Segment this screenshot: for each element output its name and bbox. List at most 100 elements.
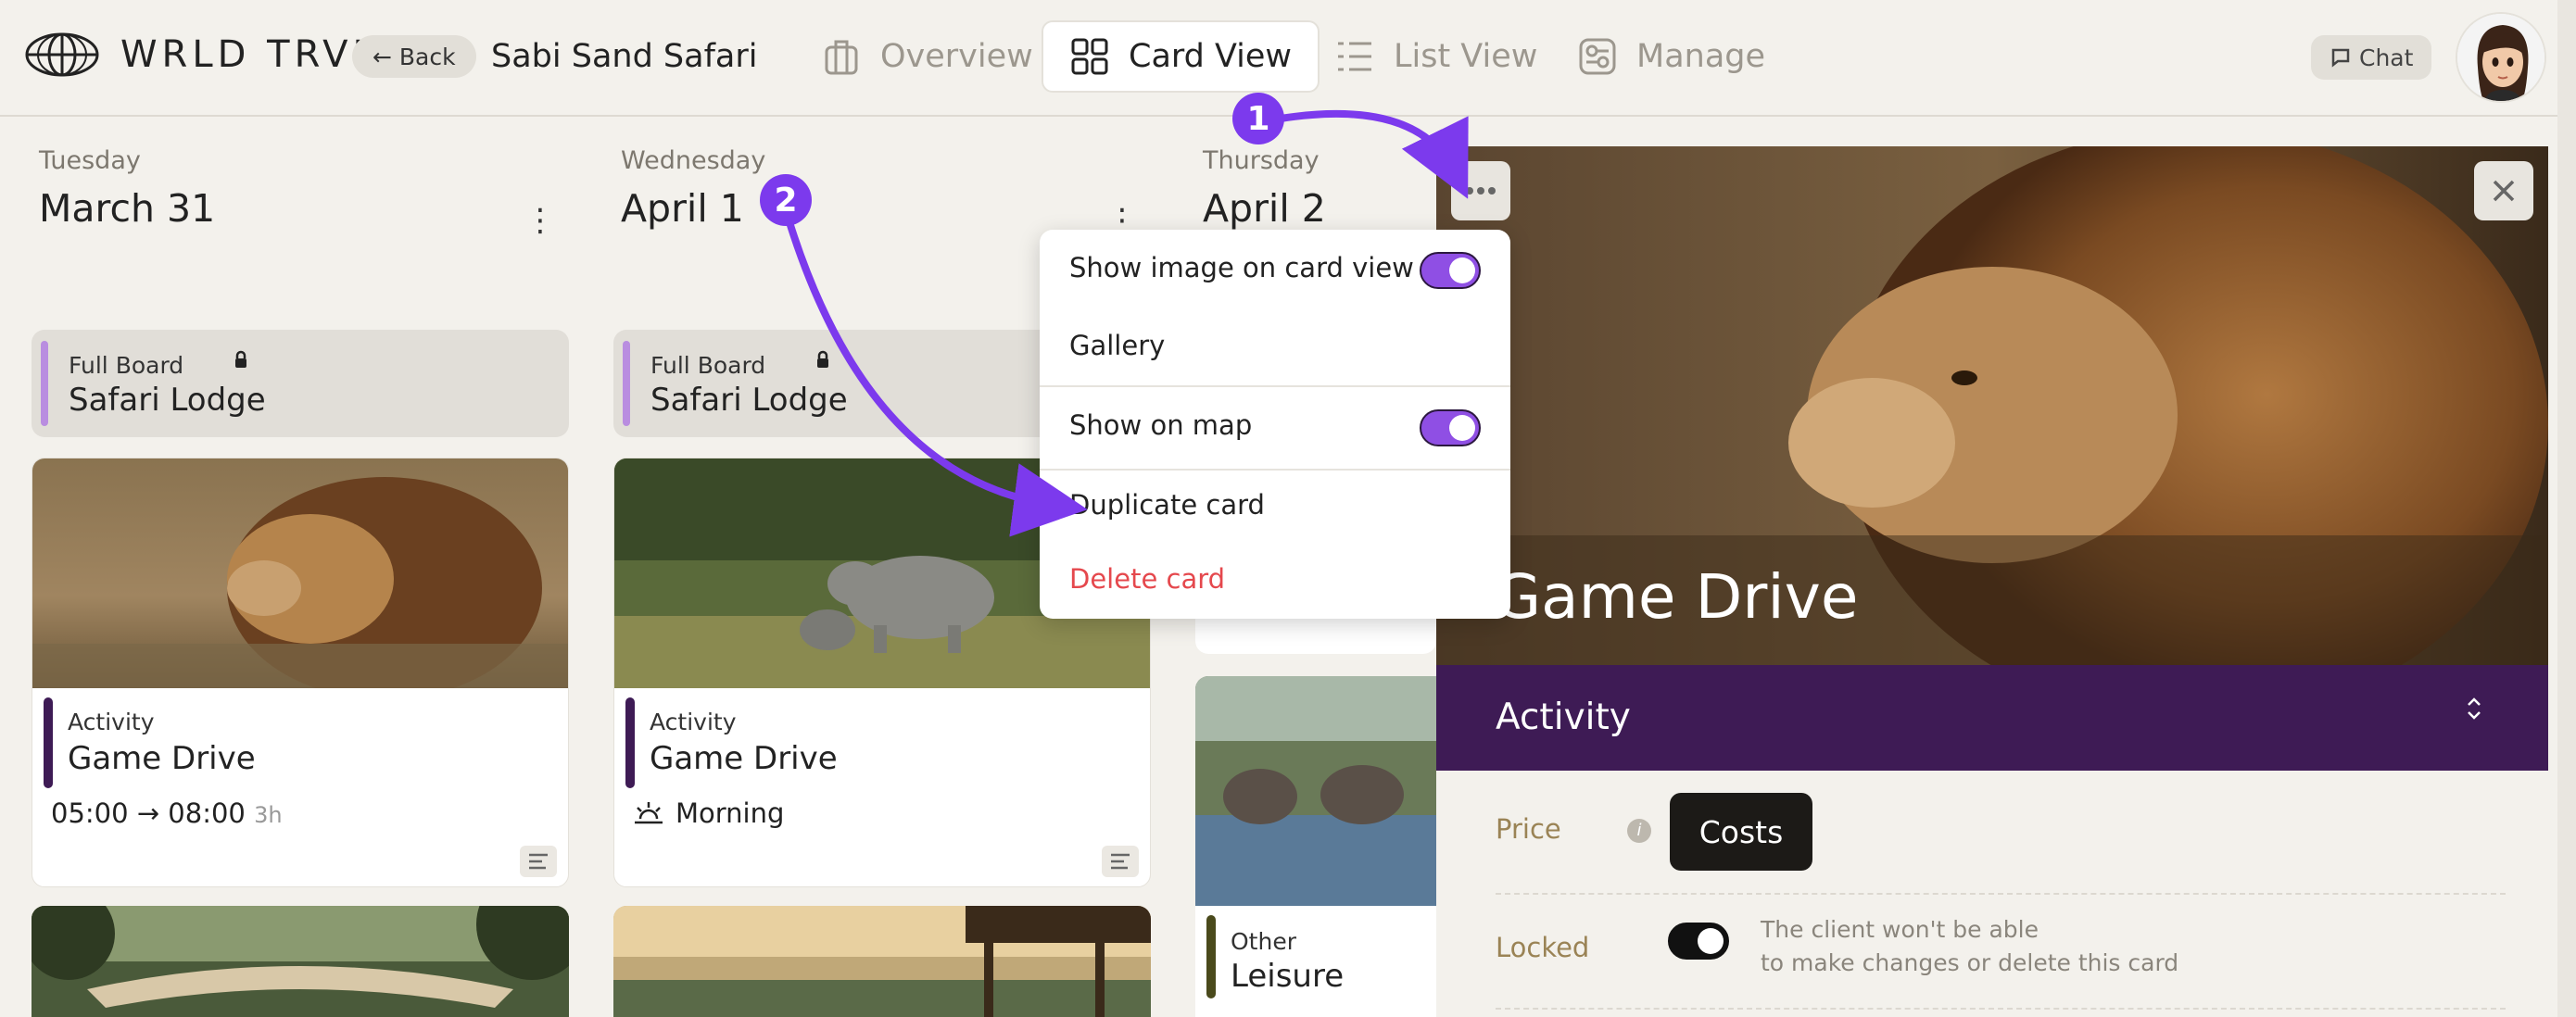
chat-label: Chat bbox=[2359, 44, 2414, 71]
annotation-badge-1: 1 bbox=[1232, 93, 1284, 144]
sliders-icon bbox=[1579, 38, 1616, 75]
duration: 3h bbox=[254, 802, 283, 828]
card-title: Game Drive bbox=[650, 740, 838, 777]
notes-icon[interactable] bbox=[1102, 846, 1139, 877]
locked-description-line1: The client won't be able bbox=[1761, 916, 2039, 943]
card-category: Other bbox=[1231, 928, 1296, 955]
tab-overview-label: Overview bbox=[880, 38, 1033, 75]
card-detail-title[interactable]: Game Drive bbox=[1494, 561, 1858, 633]
category-bar bbox=[623, 341, 630, 426]
lock-icon bbox=[817, 350, 828, 368]
divider bbox=[1496, 1008, 2506, 1010]
more-options-button[interactable] bbox=[1451, 161, 1510, 220]
info-icon[interactable]: i bbox=[1627, 819, 1651, 843]
tent-image bbox=[32, 906, 569, 1017]
day-date: April 1 bbox=[621, 186, 744, 231]
list-icon bbox=[1338, 42, 1371, 71]
notes-icon[interactable] bbox=[520, 846, 557, 877]
menu-divider bbox=[1040, 385, 1510, 387]
tab-card-view[interactable]: Card View bbox=[1042, 20, 1320, 93]
menu-divider bbox=[1040, 469, 1510, 471]
activity-card[interactable]: Activity Game Drive 05:00 → 08:00 3h bbox=[32, 458, 569, 887]
price-label: Price bbox=[1496, 813, 1561, 845]
grid-icon bbox=[1071, 38, 1108, 75]
scrollbar[interactable] bbox=[2557, 0, 2576, 1017]
close-icon bbox=[2493, 180, 2515, 202]
avatar[interactable] bbox=[2456, 12, 2546, 103]
show-image-toggle[interactable] bbox=[1420, 252, 1481, 289]
card-title: Leisure bbox=[1231, 958, 1345, 995]
lion-image bbox=[32, 458, 568, 688]
tab-card-view-label: Card View bbox=[1129, 38, 1293, 75]
annotation-badge-2: 2 bbox=[760, 174, 812, 226]
other-card[interactable]: Other Leisure bbox=[1195, 676, 1436, 1017]
locked-description-line2: to make changes or delete this card bbox=[1761, 949, 2179, 976]
menu-item-show-image[interactable]: Show image on card view bbox=[1069, 252, 1414, 283]
tab-list-view-label: List View bbox=[1394, 38, 1538, 75]
day-header-2: Wednesday April 1 bbox=[621, 146, 765, 231]
tent-image-card[interactable] bbox=[32, 906, 569, 1017]
category-label: Activity bbox=[1496, 697, 1631, 738]
user-avatar-icon bbox=[2457, 14, 2544, 101]
logo-text: WRLD TRVL bbox=[120, 33, 378, 76]
tab-overview[interactable]: Overview bbox=[795, 20, 1059, 93]
locked-description: The client won't be able to make changes… bbox=[1761, 913, 2178, 980]
logo[interactable]: WRLD TRVL bbox=[24, 31, 378, 78]
elephants-image bbox=[1195, 676, 1436, 906]
sunrise-icon bbox=[635, 802, 663, 824]
costs-button[interactable]: Costs bbox=[1670, 793, 1812, 871]
hotel-card[interactable]: Full Board Safari Lodge bbox=[32, 330, 569, 437]
back-button[interactable]: ← Back bbox=[352, 35, 476, 78]
card-title: Safari Lodge bbox=[650, 382, 848, 419]
card-title: Safari Lodge bbox=[69, 382, 266, 419]
locked-toggle[interactable] bbox=[1668, 923, 1729, 960]
tab-manage[interactable]: Manage bbox=[1551, 20, 1791, 93]
category-bar bbox=[625, 697, 635, 788]
show-on-map-toggle[interactable] bbox=[1420, 409, 1481, 446]
arrow-left-icon: ← bbox=[373, 43, 399, 70]
time-range: 05:00 → 08:00 bbox=[51, 797, 246, 829]
menu-item-delete[interactable]: Delete card bbox=[1069, 563, 1225, 595]
tab-manage-label: Manage bbox=[1636, 38, 1766, 75]
chat-icon bbox=[2331, 48, 2350, 68]
card-context-menu: Show image on card view Gallery Show on … bbox=[1040, 230, 1510, 619]
day-header-1: Tuesday March 31 bbox=[39, 146, 215, 231]
suitcase-icon bbox=[825, 40, 858, 75]
card-time: 05:00 → 08:00 3h bbox=[51, 797, 283, 829]
day-menu-button-1[interactable]: ⋮ bbox=[524, 202, 556, 239]
day-header-3: Thursday April 2 bbox=[1203, 146, 1326, 231]
locked-label: Locked bbox=[1496, 932, 1590, 963]
chat-button[interactable]: Chat bbox=[2311, 35, 2432, 80]
chevron-up-down-icon bbox=[2465, 695, 2483, 726]
lock-icon bbox=[235, 350, 246, 368]
card-category: Activity bbox=[68, 709, 155, 735]
menu-item-duplicate[interactable]: Duplicate card bbox=[1069, 489, 1265, 521]
category-bar bbox=[41, 341, 48, 426]
hero-image: Game Drive bbox=[1436, 146, 2548, 665]
top-bar: WRLD TRVL ← Back Sabi Sand Safari Overvi… bbox=[0, 0, 2576, 117]
category-bar bbox=[44, 697, 53, 788]
day-weekday: Wednesday bbox=[621, 146, 766, 175]
card-category: Full Board bbox=[69, 352, 184, 379]
back-label: Back bbox=[398, 43, 456, 70]
card-category: Activity bbox=[650, 709, 737, 735]
trip-title: Sabi Sand Safari bbox=[491, 38, 758, 75]
card-category: Full Board bbox=[650, 352, 766, 379]
day-weekday: Tuesday bbox=[39, 146, 141, 175]
category-selector[interactable]: Activity bbox=[1436, 665, 2548, 771]
card-title: Game Drive bbox=[68, 740, 256, 777]
lodge-image-card[interactable] bbox=[613, 906, 1151, 1017]
day-date: March 31 bbox=[39, 186, 216, 231]
time-of-day: Morning bbox=[676, 797, 785, 829]
close-button[interactable] bbox=[2474, 161, 2533, 220]
day-weekday: Thursday bbox=[1203, 146, 1320, 175]
category-bar bbox=[1206, 915, 1216, 998]
card-detail-panel: Game Drive Activity Price i Costs Locked… bbox=[1436, 146, 2548, 1017]
card-time: Morning bbox=[633, 797, 784, 829]
lodge-image bbox=[613, 906, 1151, 1017]
tab-list-view[interactable]: List View bbox=[1308, 20, 1563, 93]
more-horizontal-icon bbox=[1466, 187, 1496, 195]
menu-item-show-on-map[interactable]: Show on map bbox=[1069, 409, 1252, 441]
globe-icon bbox=[25, 32, 99, 77]
menu-item-gallery[interactable]: Gallery bbox=[1069, 330, 1165, 361]
